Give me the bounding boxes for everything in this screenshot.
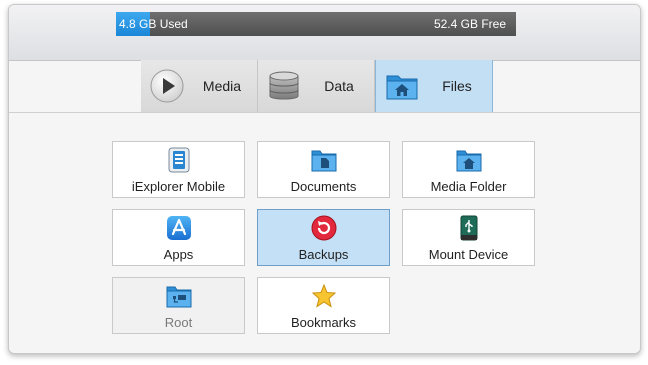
storage-toolbar: 4.8 GB Used 52.4 GB Free (9, 5, 640, 61)
tab-media[interactable]: Media (141, 60, 258, 112)
tile-documents[interactable]: Documents (257, 141, 390, 198)
storage-free-label: 52.4 GB Free (433, 17, 506, 31)
tab-files-label: Files (442, 78, 472, 94)
tile-bookmarks-label: Bookmarks (290, 315, 357, 330)
document-folder-icon (311, 150, 337, 172)
tile-mount-device[interactable]: Mount Device (402, 209, 535, 266)
backup-icon (311, 215, 337, 241)
tab-files[interactable]: Files (375, 60, 493, 112)
tile-media-folder[interactable]: Media Folder (402, 141, 535, 198)
tile-bookmarks[interactable]: Bookmarks (257, 277, 390, 334)
tile-media-folder-label: Media Folder (430, 179, 507, 194)
storage-used-label: 4.8 GB Used (119, 17, 188, 31)
main-tabs: Media Data Files (141, 60, 493, 112)
home-folder-icon (456, 150, 482, 172)
tab-media-label: Media (202, 78, 242, 94)
tab-data-label: Data (324, 78, 354, 94)
tile-backups-label: Backups (298, 247, 349, 262)
root-folder-icon (166, 286, 192, 308)
tile-mount-device-label: Mount Device (428, 247, 509, 262)
tile-backups[interactable]: Backups (257, 209, 390, 266)
tile-root-label: Root (164, 315, 193, 330)
content-divider (9, 112, 640, 113)
tile-apps[interactable]: Apps (112, 209, 245, 266)
tile-apps-label: Apps (163, 247, 194, 262)
tile-root[interactable]: Root (112, 277, 245, 334)
play-icon (150, 69, 184, 103)
tab-data[interactable]: Data (258, 60, 375, 112)
tile-iexplorer-mobile-label: iExplorer Mobile (131, 179, 226, 194)
database-icon (269, 71, 299, 100)
usb-drive-icon (460, 215, 478, 241)
iexplorer-mobile-icon (168, 147, 190, 173)
tile-iexplorer-mobile[interactable]: iExplorer Mobile (112, 141, 245, 198)
home-folder-icon (386, 75, 418, 100)
storage-bar: 4.8 GB Used 52.4 GB Free (116, 12, 516, 36)
star-icon (311, 283, 337, 308)
app-store-icon (167, 216, 191, 240)
app-window: 4.8 GB Used 52.4 GB Free Media Data File… (8, 4, 641, 354)
tile-documents-label: Documents (290, 179, 357, 194)
